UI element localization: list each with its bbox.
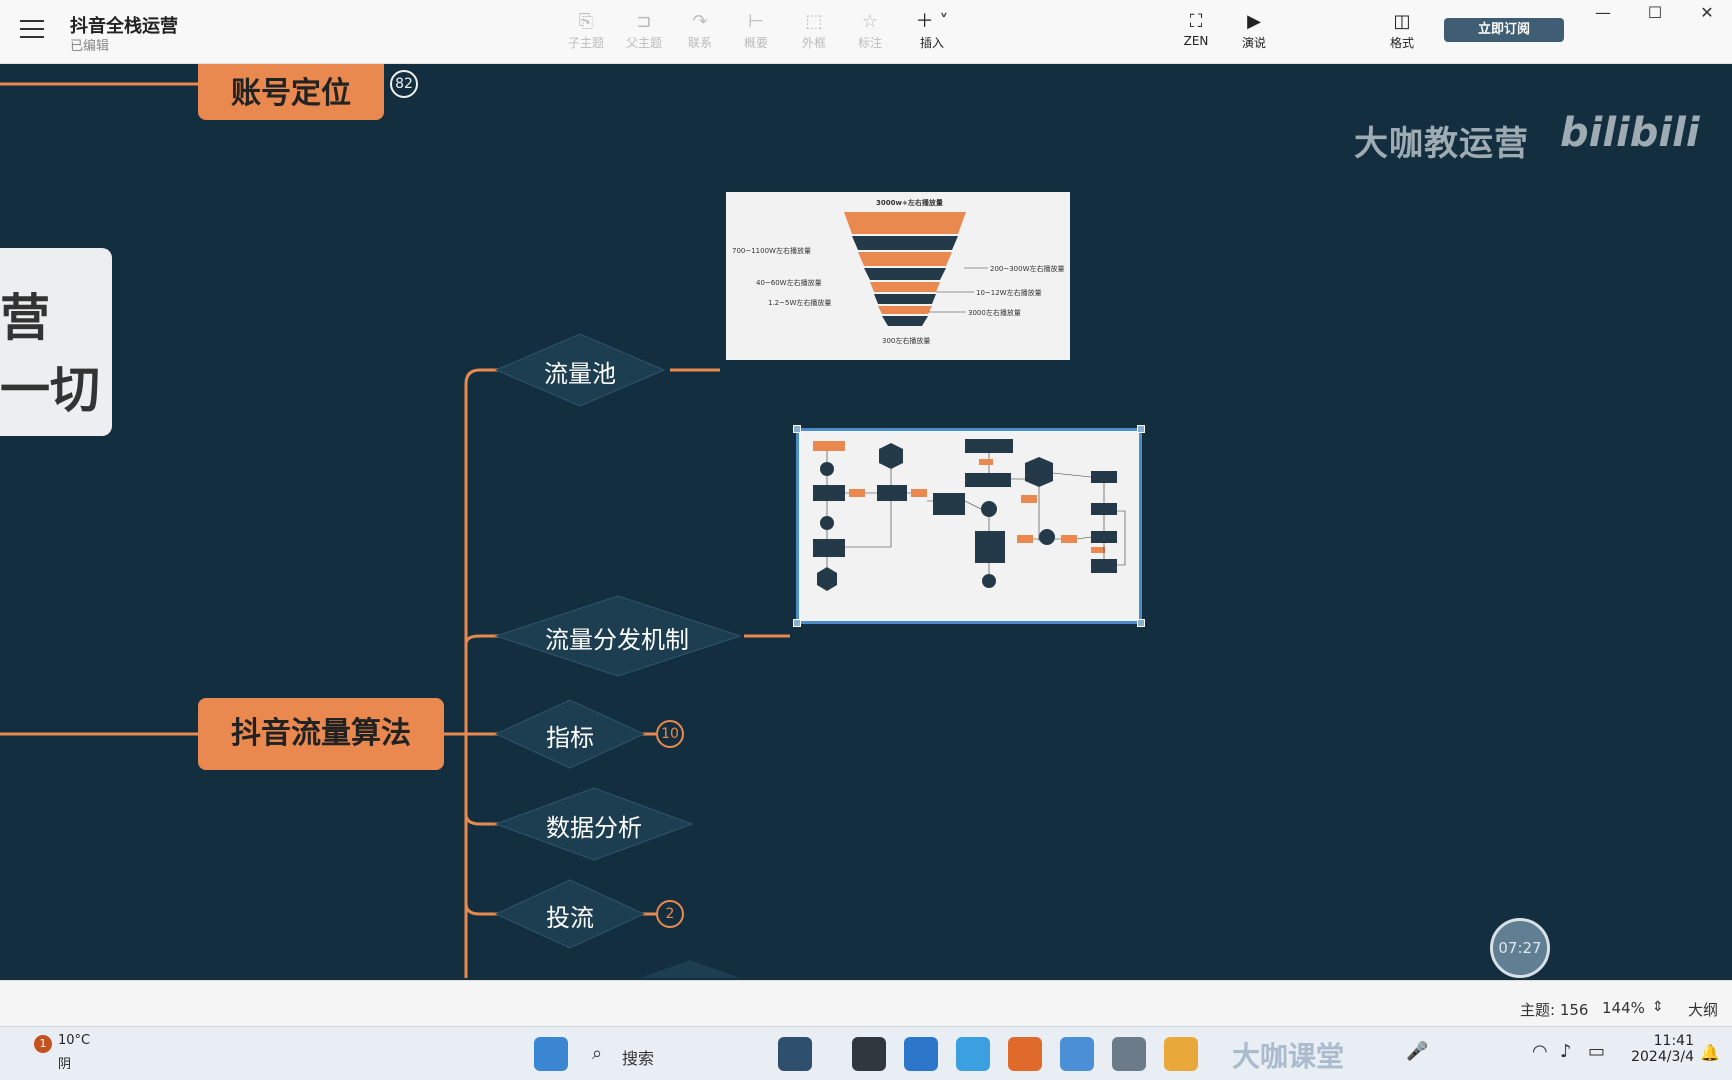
tool-summary[interactable]: ⊢ 概要 xyxy=(728,10,784,56)
resize-handle-icon[interactable] xyxy=(793,619,801,627)
funnel-label-left-3: 1.2~5W左右播放量 xyxy=(768,299,832,307)
flowchart-image[interactable] xyxy=(793,425,1145,627)
subscribe-button[interactable]: 立即订阅 xyxy=(1444,18,1564,42)
summary-icon: ⊢ xyxy=(748,11,764,32)
wifi-icon[interactable]: ◠ xyxy=(1532,1041,1548,1062)
folder-icon[interactable] xyxy=(1164,1037,1198,1071)
volume-icon[interactable]: ♪ xyxy=(1560,1041,1572,1062)
resize-handle-icon[interactable] xyxy=(793,425,801,433)
chat-icon[interactable] xyxy=(904,1037,938,1071)
funnel-image[interactable]: 3000w+左右播放量 700~1100W左右播放量 40~60W左右播放量 1… xyxy=(726,192,1070,360)
subtopic-traffic-pool[interactable]: 流量池 xyxy=(506,354,654,389)
play-icon: ▶ xyxy=(1247,11,1261,32)
funnel-label-left-1: 700~1100W左右播放量 xyxy=(732,247,811,255)
sub-topic-icon: ⎘ xyxy=(578,11,594,32)
top-toolbar: 抖音全栈运营 已编辑 ⎘ 子主题 ⊐ 父主题 ↷ 联系 ⊢ 概要 ⬚ 外框 ☆ … xyxy=(0,0,1732,64)
windows-taskbar: 1 10°C 阴 ⌕ 搜索 大咖课堂 🎤 ◠ ♪ ▭ 11:41 2024/3/… xyxy=(0,1026,1732,1080)
weather-temp[interactable]: 10°C xyxy=(58,1033,90,1048)
start-menu-icon[interactable] xyxy=(534,1037,568,1071)
widget-icon[interactable] xyxy=(778,1037,812,1071)
search-icon: ⌕ xyxy=(592,1043,603,1064)
subtopic-metrics[interactable]: 指标 xyxy=(506,718,634,753)
system-clock[interactable]: 11:41 2024/3/4 xyxy=(1620,1033,1694,1065)
app-icon[interactable] xyxy=(1112,1037,1146,1071)
recording-timer: 07:27 xyxy=(1490,918,1550,978)
zen-button[interactable]: ⛶ ZEN xyxy=(1168,10,1224,56)
watermark-text: 大咖课堂 xyxy=(1232,1040,1345,1073)
browser-icon[interactable] xyxy=(1060,1037,1094,1071)
parent-topic-icon: ⊐ xyxy=(636,11,652,32)
tool-callout[interactable]: ☆ 标注 xyxy=(842,10,898,56)
central-topic-text-2: 一切 xyxy=(0,361,100,419)
subtopic-traffic-distribution[interactable]: 流量分发机制 xyxy=(506,620,728,655)
close-icon[interactable]: ✕ xyxy=(1682,0,1732,26)
topic-count: 主题: 156 xyxy=(1520,1001,1589,1019)
task-view-icon[interactable] xyxy=(852,1037,886,1071)
funnel-label-right-2: 10~12W左右播放量 xyxy=(976,289,1042,297)
subtopic-data-analysis[interactable]: 数据分析 xyxy=(506,808,682,843)
battery-icon[interactable]: ▭ xyxy=(1588,1041,1605,1062)
xmind-icon[interactable] xyxy=(1008,1037,1042,1071)
outline-button[interactable]: 大纲 xyxy=(1688,999,1718,1020)
fullscreen-icon: ⛶ xyxy=(1189,11,1203,32)
document-status: 已编辑 xyxy=(70,39,110,54)
topic-douyin-traffic-algorithm[interactable]: 抖音流量算法 xyxy=(198,698,444,770)
zoom-level[interactable]: 144% xyxy=(1602,999,1645,1017)
status-bar: 主题: 156 144% ⇕ 大纲 xyxy=(0,980,1732,1026)
flowchart-graphic xyxy=(813,439,1126,591)
tool-insert[interactable]: ＋ ˅ 插入 xyxy=(904,10,960,56)
funnel-graphic xyxy=(844,212,988,326)
funnel-label-top: 3000w+左右播放量 xyxy=(876,199,943,207)
resize-handle-icon[interactable] xyxy=(1137,425,1145,433)
format-button[interactable]: ◫ 格式 xyxy=(1374,10,1430,56)
subtopic-ad-spend[interactable]: 投流 xyxy=(506,898,634,933)
resize-handle-icon[interactable] xyxy=(1137,619,1145,627)
tool-sub-topic[interactable]: ⎘ 子主题 xyxy=(558,10,614,56)
central-topic-text-1: 营 xyxy=(0,289,50,347)
notification-bell-icon[interactable]: 🔔 xyxy=(1700,1043,1720,1062)
minimize-icon[interactable]: — xyxy=(1578,0,1628,26)
funnel-label-left-2: 40~60W左右播放量 xyxy=(756,279,822,287)
collapsed-count-badge[interactable]: 2 xyxy=(656,900,684,928)
weather-alert-icon: 1 xyxy=(34,1035,52,1053)
callout-icon: ☆ xyxy=(861,11,879,32)
funnel-label-bottom: 300左右播放量 xyxy=(882,337,931,345)
microphone-icon[interactable]: 🎤 xyxy=(1406,1041,1428,1062)
tool-relation[interactable]: ↷ 联系 xyxy=(672,10,728,56)
mindmap-canvas[interactable]: 大咖教运营 bilibili 营 一切 账号定位 82 抖音流量算法 流量池 流… xyxy=(0,64,1732,978)
collapsed-count-badge[interactable]: 82 xyxy=(390,70,418,98)
funnel-label-right-3: 3000左右播放量 xyxy=(968,309,1021,317)
topic-account-positioning[interactable]: 账号定位 xyxy=(198,64,384,120)
maximize-icon[interactable]: ☐ xyxy=(1630,0,1680,26)
relation-icon: ↷ xyxy=(692,11,708,32)
tool-parent-topic[interactable]: ⊐ 父主题 xyxy=(616,10,672,56)
collapsed-count-badge[interactable]: 10 xyxy=(656,720,684,748)
hamburger-menu-icon[interactable] xyxy=(20,20,44,40)
plus-icon: ＋ ˅ xyxy=(915,11,949,32)
taskbar-search[interactable]: ⌕ 搜索 xyxy=(580,1037,780,1071)
format-panel-icon: ◫ xyxy=(1393,11,1411,32)
weather-desc: 阴 xyxy=(58,1057,72,1072)
boundary-icon: ⬚ xyxy=(805,11,823,32)
zoom-stepper-icon[interactable]: ⇕ xyxy=(1652,999,1664,1015)
tool-boundary[interactable]: ⬚ 外框 xyxy=(786,10,842,56)
app-icon[interactable] xyxy=(956,1037,990,1071)
present-button[interactable]: ▶ 演说 xyxy=(1226,10,1282,56)
funnel-label-right-1: 200~300W左右播放量 xyxy=(990,265,1065,273)
